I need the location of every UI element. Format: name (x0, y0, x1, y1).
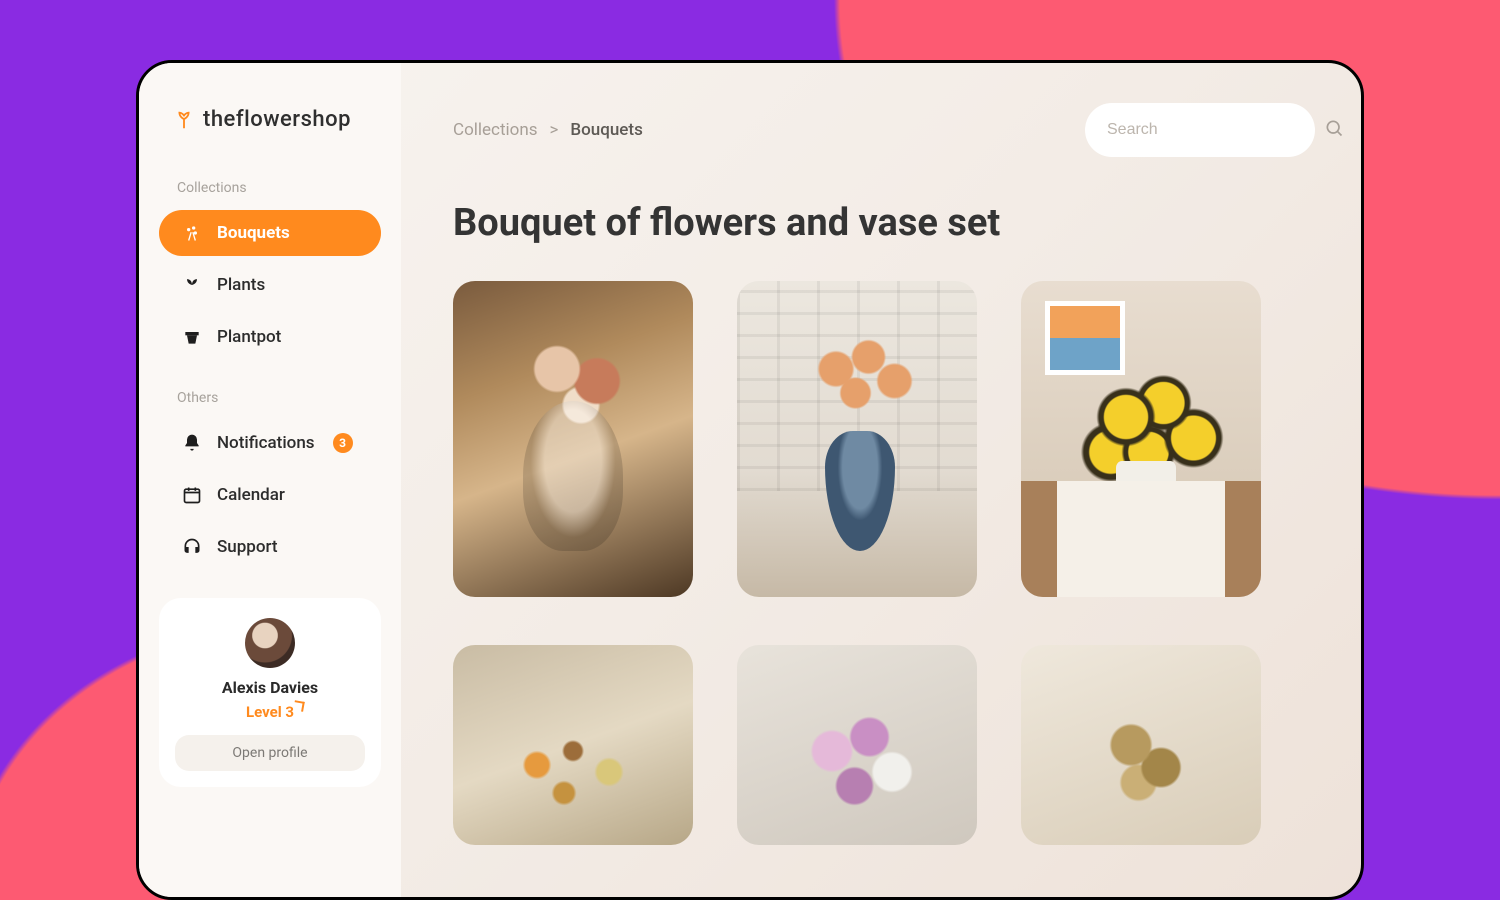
page-title: Bouquet of flowers and vase set (453, 201, 1315, 245)
headset-icon (181, 536, 203, 558)
sidebar-item-plants[interactable]: Plants (159, 262, 381, 308)
bell-icon (181, 432, 203, 454)
bouquet-icon (181, 222, 203, 244)
profile-level: Level 3 (246, 703, 294, 721)
tulip-icon (173, 109, 195, 131)
product-card[interactable] (453, 281, 693, 597)
desktop-background: theflowershop Collections Bouquets Plant… (0, 0, 1500, 900)
sidebar-item-label: Plants (217, 275, 265, 295)
main-content: Collections > Bouquets Bouquet of flower… (401, 63, 1361, 897)
sidebar-item-notifications[interactable]: Notifications 3 (159, 420, 381, 466)
section-label-collections: Collections (177, 180, 381, 196)
sidebar-item-plantpot[interactable]: Plantpot (159, 314, 381, 360)
search-box[interactable] (1085, 103, 1315, 157)
sidebar-item-label: Calendar (217, 485, 285, 505)
product-card[interactable] (737, 281, 977, 597)
chevron-right-icon: > (550, 120, 559, 140)
search-icon[interactable] (1324, 118, 1344, 142)
profile-name: Alexis Davies (222, 678, 318, 697)
sidebar: theflowershop Collections Bouquets Plant… (139, 63, 401, 897)
pot-icon (181, 326, 203, 348)
sidebar-item-label: Plantpot (217, 327, 281, 347)
breadcrumb: Collections > Bouquets (453, 120, 643, 140)
search-input[interactable] (1107, 121, 1314, 139)
notification-badge: 3 (333, 433, 353, 453)
sidebar-item-label: Notifications (217, 433, 315, 453)
open-profile-button[interactable]: Open profile (175, 735, 365, 771)
brand-name: theflowershop (203, 107, 351, 132)
sidebar-item-label: Bouquets (217, 223, 290, 243)
sidebar-item-label: Support (217, 537, 278, 557)
avatar[interactable] (245, 618, 295, 668)
product-card[interactable] (1021, 281, 1261, 597)
sidebar-item-calendar[interactable]: Calendar (159, 472, 381, 518)
breadcrumb-root[interactable]: Collections (453, 120, 538, 140)
profile-card: Alexis Davies Level 3 Open profile (159, 598, 381, 787)
calendar-icon (181, 484, 203, 506)
app-window: theflowershop Collections Bouquets Plant… (136, 60, 1364, 900)
product-card[interactable] (453, 645, 693, 845)
topbar: Collections > Bouquets (453, 103, 1315, 157)
breadcrumb-current: Bouquets (570, 120, 642, 140)
product-card[interactable] (1021, 645, 1261, 845)
sidebar-item-bouquets[interactable]: Bouquets (159, 210, 381, 256)
plant-icon (181, 274, 203, 296)
section-label-others: Others (177, 390, 381, 406)
sidebar-item-support[interactable]: Support (159, 524, 381, 570)
product-card[interactable] (737, 645, 977, 845)
brand[interactable]: theflowershop (173, 107, 381, 132)
product-grid (453, 281, 1315, 845)
